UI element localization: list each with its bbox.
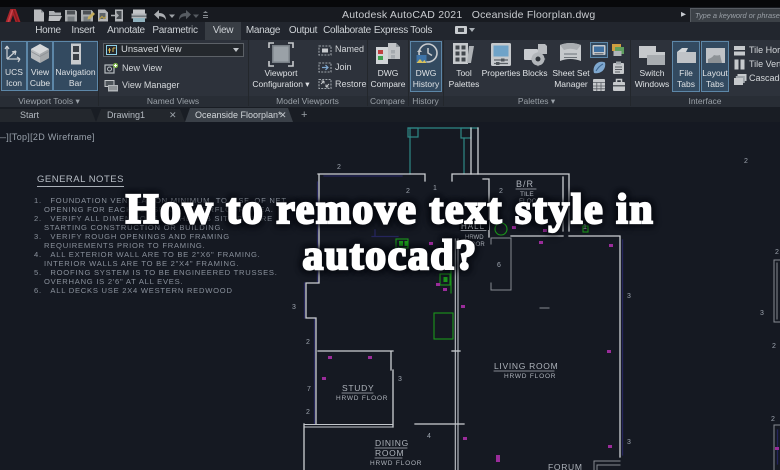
svg-text:4: 4: [427, 433, 431, 440]
svg-text:2: 2: [337, 164, 341, 171]
svg-text:3: 3: [292, 304, 296, 311]
svg-text:ROOM: ROOM: [375, 448, 404, 458]
svg-text:2: 2: [772, 343, 776, 350]
svg-text:HRWD FLOOR: HRWD FLOOR: [370, 460, 422, 467]
svg-text:STUDY: STUDY: [342, 383, 374, 393]
svg-text:3: 3: [627, 293, 631, 300]
svg-text:3: 3: [398, 376, 402, 383]
svg-text:2: 2: [771, 416, 775, 423]
svg-text:2: 2: [744, 158, 748, 165]
svg-text:FORUM: FORUM: [548, 462, 583, 470]
svg-text:HRWD FLOOR: HRWD FLOOR: [336, 395, 388, 402]
svg-text:3: 3: [627, 439, 631, 446]
svg-text:2: 2: [306, 409, 310, 416]
svg-text:HRWD FLOOR: HRWD FLOOR: [504, 373, 556, 380]
svg-text:2: 2: [306, 339, 310, 346]
svg-text:3: 3: [760, 310, 764, 317]
svg-text:7: 7: [307, 386, 311, 393]
svg-text:DINING: DINING: [375, 438, 409, 448]
svg-text:LIVING ROOM: LIVING ROOM: [494, 361, 558, 371]
